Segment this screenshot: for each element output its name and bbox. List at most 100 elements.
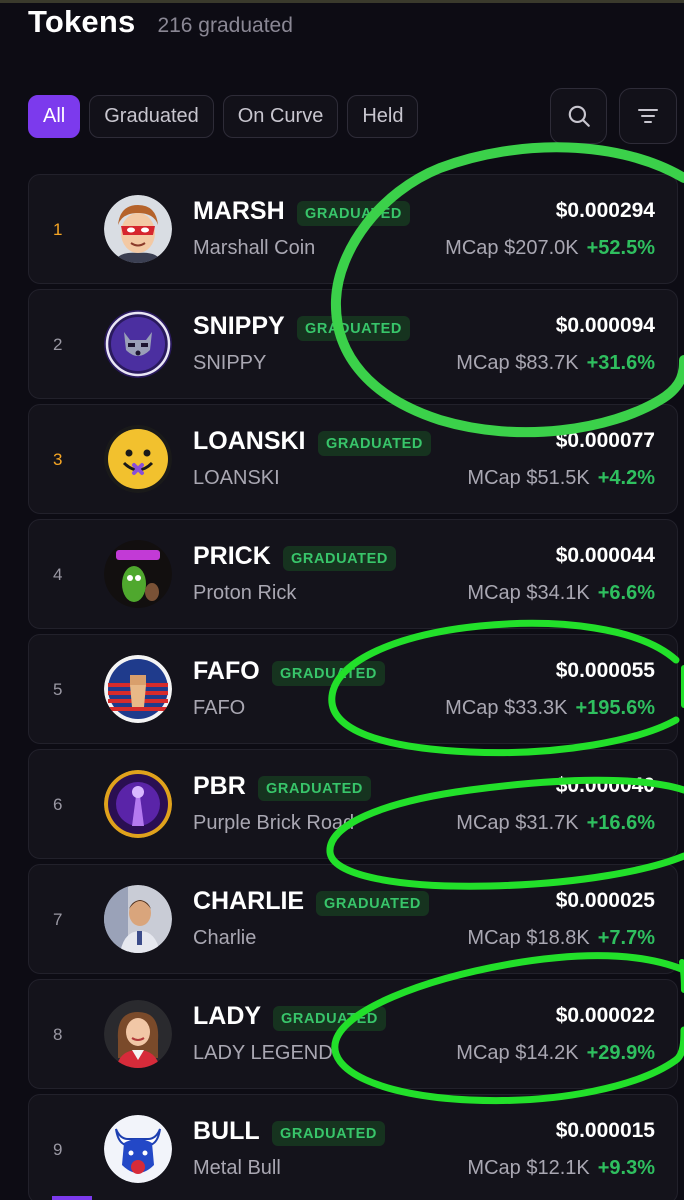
token-name: Metal Bull	[193, 1157, 281, 1179]
filter-on-curve[interactable]: On Curve	[222, 95, 339, 138]
token-price: $0.000094	[555, 314, 655, 337]
rank: 4	[53, 565, 63, 584]
token-row[interactable]: 4 PRICK GRADUATED Proton Rick $0.000044 …	[28, 519, 678, 629]
purple-road-avatar	[104, 770, 172, 838]
mcap-label: MCap	[467, 1157, 521, 1179]
market-cap: MCap $33.3K +195.6%	[445, 697, 655, 720]
mcap-label: MCap	[467, 927, 521, 949]
graduated-badge: GRADUATED	[316, 891, 429, 916]
rank: 1	[53, 220, 63, 239]
market-cap: MCap $207.0K +52.5%	[445, 237, 655, 260]
mcap-label: MCap	[456, 1042, 510, 1064]
token-row[interactable]: 7 CHARLIE GRADUATED Charlie $0.000025 MC…	[28, 864, 678, 974]
graduated-badge: GRADUATED	[297, 316, 410, 341]
token-row[interactable]: 6 PBR GRADUATED Purple Brick Road $0.000…	[28, 749, 678, 859]
token-row[interactable]: 3 LOANSKI GRADUATED LOANSKI $0.000077 MC…	[28, 404, 678, 514]
token-row[interactable]: 2 SNIPPY GRADUATED SNIPPY $0.000094 MCap…	[28, 289, 678, 399]
filter-graduated[interactable]: Graduated	[89, 95, 214, 138]
token-price: $0.000040	[555, 774, 655, 797]
token-name: Marshall Coin	[193, 237, 316, 259]
mcap-label: MCap	[456, 812, 510, 834]
token-symbol: LOANSKI	[193, 427, 306, 455]
token-name: LOANSKI	[193, 467, 280, 489]
header: Tokens 216 graduated	[28, 4, 293, 40]
token-price: $0.000294	[555, 199, 655, 222]
rank: 9	[53, 1140, 63, 1159]
price-change: +16.6%	[586, 812, 655, 834]
mcap-value: $51.5K	[526, 467, 590, 489]
token-name: SNIPPY	[193, 352, 267, 374]
market-cap: MCap $51.5K +4.2%	[467, 467, 655, 490]
token-row[interactable]: 8 LADY GRADUATED LADY LEGEND $0.000022 M…	[28, 979, 678, 1089]
token-name: FAFO	[193, 697, 246, 719]
mcap-label: MCap	[445, 237, 499, 259]
mcap-label: MCap	[445, 697, 499, 719]
price-change: +29.9%	[586, 1042, 655, 1064]
top-divider	[0, 0, 684, 3]
graduated-badge: GRADUATED	[283, 546, 396, 571]
filter-held[interactable]: Held	[347, 95, 419, 138]
token-price: $0.000044	[555, 544, 655, 567]
token-price: $0.000055	[555, 659, 655, 682]
rank: 6	[53, 795, 63, 814]
token-price: $0.000025	[555, 889, 655, 912]
mcap-value: $12.1K	[526, 1157, 590, 1179]
masked-hero-avatar	[104, 195, 172, 263]
graduated-badge: GRADUATED	[258, 776, 371, 801]
bottom-tab-indicator	[52, 1196, 92, 1200]
graduated-badge: GRADUATED	[297, 201, 410, 226]
price-change: +195.6%	[575, 697, 655, 719]
filter-all[interactable]: All	[28, 95, 81, 138]
mcap-label: MCap	[456, 352, 510, 374]
filter-button[interactable]	[619, 88, 677, 144]
market-cap: MCap $34.1K +6.6%	[467, 582, 655, 605]
graduated-badge: GRADUATED	[272, 1121, 385, 1146]
mcap-label: MCap	[467, 467, 521, 489]
graduated-badge: GRADUATED	[318, 431, 431, 456]
mcap-value: $207.0K	[504, 237, 579, 259]
token-symbol: CHARLIE	[193, 887, 305, 915]
market-cap: MCap $83.7K +31.6%	[456, 352, 655, 375]
photo-avatar	[104, 885, 172, 953]
search-button[interactable]	[550, 88, 607, 144]
token-price: $0.000022	[555, 1004, 655, 1027]
graduated-count: 216 graduated	[157, 14, 293, 37]
token-symbol: MARSH	[193, 197, 285, 225]
token-name: Charlie	[193, 927, 257, 949]
token-list: 1 MARSH GRADUATED Marshall Coin $0.00029…	[28, 174, 678, 1200]
mcap-label: MCap	[467, 582, 521, 604]
token-symbol: FAFO	[193, 657, 260, 685]
market-cap: MCap $12.1K +9.3%	[467, 1157, 655, 1180]
token-row[interactable]: 9 BULL GRADUATED Metal Bull $0.000015 MC…	[28, 1094, 678, 1200]
token-name: Purple Brick Road	[193, 812, 355, 834]
token-price: $0.000015	[555, 1119, 655, 1142]
token-row[interactable]: 5 FAFO GRADUATED FAFO $0.000055 MCap $33…	[28, 634, 678, 744]
blue-bull-avatar	[104, 1115, 172, 1183]
rank: 7	[53, 910, 63, 929]
filter-chips: All Graduated On Curve Held	[28, 95, 419, 138]
mcap-value: $83.7K	[515, 352, 579, 374]
price-change: +31.6%	[586, 352, 655, 374]
price-change: +6.6%	[597, 582, 655, 604]
market-cap: MCap $31.7K +16.6%	[456, 812, 655, 835]
rank: 8	[53, 1025, 63, 1044]
search-icon	[568, 105, 590, 127]
page-title: Tokens	[28, 4, 136, 39]
mcap-value: $33.3K	[504, 697, 568, 719]
token-list-screen: Tokens 216 graduated All Graduated On Cu…	[0, 0, 684, 1200]
mcap-value: $31.7K	[515, 812, 579, 834]
pickle-avatar	[104, 540, 172, 608]
token-symbol: PBR	[193, 772, 246, 800]
smiley-coin-avatar	[104, 425, 172, 493]
rank: 3	[53, 450, 63, 469]
flag-fist-avatar	[104, 655, 172, 723]
mcap-value: $34.1K	[526, 582, 590, 604]
market-cap: MCap $18.8K +7.7%	[467, 927, 655, 950]
rank: 5	[53, 680, 63, 699]
mcap-value: $14.2K	[515, 1042, 579, 1064]
price-change: +52.5%	[586, 237, 655, 259]
token-name: Proton Rick	[193, 582, 297, 604]
rank: 2	[53, 335, 63, 354]
filter-lines-icon	[638, 109, 658, 123]
token-row[interactable]: 1 MARSH GRADUATED Marshall Coin $0.00029…	[28, 174, 678, 284]
